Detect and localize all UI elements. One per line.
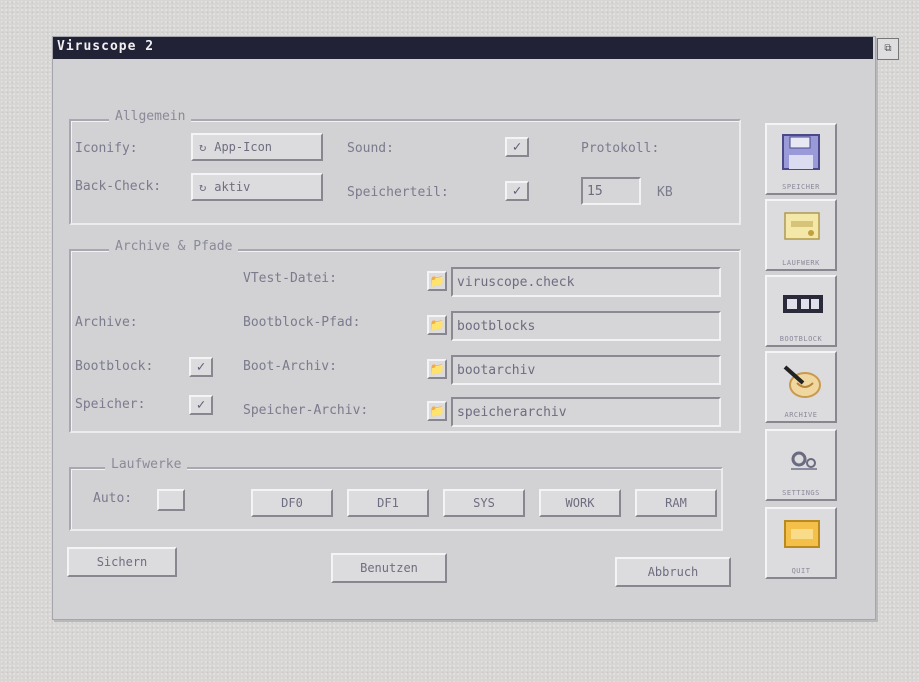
protokoll-unit: KB (657, 185, 673, 200)
file-requester-icon[interactable]: 📁 (427, 315, 447, 335)
main-window: Viruscope 2 ⧉ Allgemein Iconify: ↻ App-I… (52, 36, 899, 620)
backcheck-label: Back-Check: (75, 179, 162, 194)
sidebar-item-speicher[interactable]: SPEICHER (765, 123, 837, 195)
bootblock-label: Bootblock: (75, 359, 154, 374)
auto-checkbox[interactable] (157, 489, 185, 511)
bootblock-checkbox[interactable]: ✓ (189, 357, 213, 377)
sidebar-label-speicher: SPEICHER (782, 183, 820, 191)
sidebar-label-laufwerk: LAUFWERK (782, 259, 820, 267)
sidebar-label-bootblock: BOOTBLOCK (779, 335, 823, 343)
bootblock-pfad-input[interactable]: bootblocks (451, 311, 721, 341)
sound-checkbox[interactable]: ✓ (505, 137, 529, 157)
protokoll-label: Protokoll: (581, 141, 660, 156)
drive-button-df0[interactable]: DF0 (251, 489, 333, 517)
sidebar-label-archive: ARCHIVE (784, 411, 818, 419)
drive-button-ram[interactable]: RAM (635, 489, 717, 517)
group-title-allgemein: Allgemein (109, 109, 192, 124)
iconify-cycle[interactable]: ↻ App-Icon (191, 133, 323, 161)
boot-archiv-input[interactable]: bootarchiv (451, 355, 721, 385)
boot-archiv-label: Boot-Archiv: (243, 359, 337, 374)
quit-icon (784, 520, 820, 548)
depth-gadget-icon[interactable]: ⧉ (877, 38, 899, 60)
speicher-archiv-input[interactable]: speicherarchiv (451, 397, 721, 427)
speicher-label: Speicher: (75, 397, 146, 412)
group-title-archive: Archive & Pfade (109, 239, 239, 254)
speicherteil-checkbox[interactable]: ✓ (505, 181, 529, 201)
save-button[interactable]: Sichern (67, 547, 177, 577)
iconify-label: Iconify: (75, 141, 138, 156)
settings-icon (791, 451, 817, 470)
drive-button-df1[interactable]: DF1 (347, 489, 429, 517)
speicherteil-label: Speicherteil: (347, 185, 449, 200)
sidebar-label-quit: QUIT (791, 567, 811, 575)
file-requester-icon[interactable]: 📁 (427, 271, 447, 291)
group-allgemein (69, 119, 741, 225)
sound-label: Sound: (347, 141, 394, 156)
cancel-button[interactable]: Abbruch (615, 557, 731, 587)
window-title: Viruscope 2 (57, 39, 155, 54)
bootblock-pfad-label: Bootblock-Pfad: (243, 315, 361, 330)
protokoll-input[interactable]: 15 (581, 177, 641, 205)
iconify-value: App-Icon (214, 140, 273, 154)
sidebar-label-settings: SETTINGS (782, 489, 820, 497)
drive-button-work[interactable]: WORK (539, 489, 621, 517)
speicher-archiv-label: Speicher-Archiv: (243, 403, 369, 418)
cycle-icon: ↻ (199, 140, 207, 154)
title-bar[interactable]: Viruscope 2 (53, 37, 873, 59)
group-title-laufwerke: Laufwerke (105, 457, 188, 472)
use-button[interactable]: Benutzen (331, 553, 447, 583)
vtest-input[interactable]: viruscope.check (451, 267, 721, 297)
bootblock-icon (783, 295, 823, 313)
file-requester-icon[interactable]: 📁 (427, 359, 447, 379)
archive-label: Archive: (75, 315, 138, 330)
sidebar-item-laufwerk[interactable]: LAUFWERK (765, 199, 837, 271)
backcheck-cycle[interactable]: ↻ aktiv (191, 173, 323, 201)
backcheck-value: aktiv (214, 180, 251, 194)
sidebar-item-settings[interactable]: SETTINGS (765, 429, 837, 501)
drive-icon (784, 212, 820, 240)
archive-icon (783, 365, 821, 398)
cycle-icon: ↻ (199, 180, 207, 194)
vtest-label: VTest-Datei: (243, 271, 337, 286)
sidebar-item-quit[interactable]: QUIT (765, 507, 837, 579)
auto-label: Auto: (93, 491, 133, 506)
disk-icon (782, 134, 820, 170)
sidebar-item-bootblock[interactable]: BOOTBLOCK (765, 275, 837, 347)
sidebar-item-archive[interactable]: ARCHIVE (765, 351, 837, 423)
file-requester-icon[interactable]: 📁 (427, 401, 447, 421)
speicher-checkbox[interactable]: ✓ (189, 395, 213, 415)
drive-button-sys[interactable]: SYS (443, 489, 525, 517)
